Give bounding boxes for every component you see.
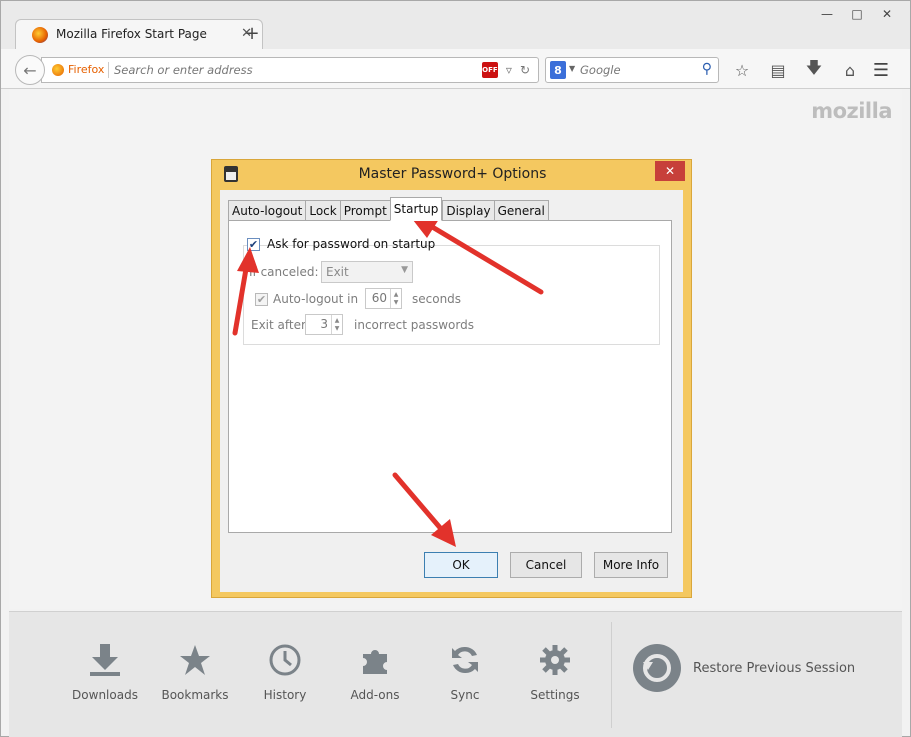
restore-session-button[interactable]: Restore Previous Session xyxy=(633,644,855,692)
clock-icon xyxy=(265,642,305,678)
exit-after-unit: incorrect passwords xyxy=(354,318,474,332)
options-tabs: Auto-logout Lock Prompt Startup Display … xyxy=(228,197,549,221)
tab-display[interactable]: Display xyxy=(442,200,494,221)
ask-on-startup-checkbox[interactable]: ✔ xyxy=(247,238,260,251)
tab-lock[interactable]: Lock xyxy=(305,200,340,221)
maximize-icon[interactable]: □ xyxy=(842,3,872,25)
identity-box[interactable]: Firefox xyxy=(52,63,104,76)
tab-strip: — □ ✕ Mozilla Firefox Start Page ✕ + xyxy=(1,1,910,49)
if-canceled-label: If canceled: xyxy=(249,265,319,279)
downloads-arrow-icon[interactable]: 🡇 xyxy=(799,57,829,83)
mozilla-logo: mozilla xyxy=(811,99,892,123)
browser-tab[interactable]: Mozilla Firefox Start Page ✕ xyxy=(15,19,263,49)
gear-icon xyxy=(535,642,575,678)
search-bar[interactable]: 8 ▼ Google ⚲ xyxy=(545,57,719,83)
identity-label: Firefox xyxy=(68,63,105,76)
close-window-icon[interactable]: ✕ xyxy=(872,3,902,25)
sync-icon xyxy=(445,642,485,678)
launcher-bar: Downloads Bookmarks History Add-ons Sync xyxy=(9,611,902,737)
launcher-label: Add-ons xyxy=(350,688,400,702)
toolbar-icons: ☆ ▤ 🡇 ⌂ xyxy=(727,57,865,83)
hamburger-menu-icon[interactable]: ☰ xyxy=(866,57,896,83)
launcher-addons[interactable]: Add-ons xyxy=(335,642,415,702)
auto-logout-unit: seconds xyxy=(412,292,462,306)
if-canceled-value: Exit xyxy=(326,265,349,279)
launcher-sync[interactable]: Sync xyxy=(425,642,505,702)
cancel-button[interactable]: Cancel xyxy=(510,552,582,578)
minimize-icon[interactable]: — xyxy=(812,3,842,25)
puzzle-icon xyxy=(355,642,395,678)
new-tab-icon[interactable]: + xyxy=(243,23,261,44)
back-arrow-icon[interactable]: ← xyxy=(15,55,45,85)
launcher-label: Bookmarks xyxy=(161,688,229,702)
master-password-options-dialog: Master Password+ Options ✕ Auto-logout L… xyxy=(211,159,692,598)
launcher-bookmarks[interactable]: Bookmarks xyxy=(155,642,235,702)
addon-off-icon[interactable]: OFF xyxy=(481,62,498,78)
spinner-arrows-icon[interactable]: ▲ ▼ xyxy=(331,315,342,334)
address-bar[interactable]: Firefox Search or enter address OFF ▿ ↻ xyxy=(41,57,539,83)
star-icon xyxy=(175,642,215,678)
download-icon xyxy=(85,642,125,678)
launcher-label: Sync xyxy=(450,688,480,702)
dialog-body: Auto-logout Lock Prompt Startup Display … xyxy=(220,190,683,592)
launcher-downloads[interactable]: Downloads xyxy=(65,642,145,702)
launcher-label: Downloads xyxy=(72,688,138,702)
browser-window: — □ ✕ Mozilla Firefox Start Page ✕ + Fir… xyxy=(0,0,911,737)
ask-on-startup-label: Ask for password on startup xyxy=(267,237,436,251)
tab-startup[interactable]: Startup xyxy=(389,197,443,221)
ok-button[interactable]: OK xyxy=(424,552,498,578)
auto-logout-value: 60 xyxy=(371,291,387,305)
restore-session-icon xyxy=(633,644,681,692)
chevron-down-icon: ▼ xyxy=(401,265,408,275)
tab-prompt[interactable]: Prompt xyxy=(339,200,390,221)
dialog-close-icon[interactable]: ✕ xyxy=(655,161,685,181)
tab-auto-logout[interactable]: Auto-logout xyxy=(228,200,306,221)
auto-logout-checkbox[interactable]: ✔ xyxy=(255,293,268,306)
search-input[interactable]: Google xyxy=(580,63,621,77)
tab-general[interactable]: General xyxy=(493,200,549,221)
startup-tab-panel: ✔ Ask for password on startup If cancele… xyxy=(228,220,672,533)
launcher-label: Settings xyxy=(530,688,580,702)
navigation-bar: Firefox Search or enter address OFF ▿ ↻ … xyxy=(1,49,910,89)
launcher-label: History xyxy=(263,688,307,702)
bookmark-star-icon[interactable]: ☆ xyxy=(727,57,757,83)
auto-logout-spinner[interactable]: 60 ▲ ▼ xyxy=(365,288,402,309)
restore-session-label: Restore Previous Session xyxy=(693,660,856,676)
dropdown-triangle-icon[interactable]: ▿ xyxy=(506,63,512,77)
address-divider xyxy=(108,62,109,78)
dialog-title: Master Password+ Options xyxy=(358,166,547,182)
exit-after-value: 3 xyxy=(320,317,328,331)
launcher-history[interactable]: History xyxy=(245,642,325,702)
more-info-button[interactable]: More Info xyxy=(594,552,668,578)
google-engine-icon[interactable]: 8 xyxy=(550,61,566,79)
address-input[interactable]: Search or enter address xyxy=(114,63,253,77)
launcher-divider xyxy=(611,622,612,728)
window-controls: — □ ✕ xyxy=(812,3,902,25)
exit-after-label: Exit after xyxy=(251,318,306,332)
address-actions: OFF ▿ ↻ xyxy=(481,62,530,78)
reload-icon[interactable]: ↻ xyxy=(520,63,530,77)
exit-after-spinner[interactable]: 3 ▲ ▼ xyxy=(305,314,343,335)
auto-logout-label: Auto-logout in xyxy=(273,292,359,306)
firefox-identity-icon xyxy=(52,63,64,76)
if-canceled-select[interactable]: Exit ▼ xyxy=(321,261,413,283)
spinner-arrows-icon[interactable]: ▲ ▼ xyxy=(390,289,401,308)
tab-title: Mozilla Firefox Start Page xyxy=(56,27,207,41)
bookmarks-menu-icon[interactable]: ▤ xyxy=(763,57,793,83)
home-icon[interactable]: ⌂ xyxy=(835,57,865,83)
launcher-settings[interactable]: Settings xyxy=(515,642,595,702)
firefox-favicon-icon xyxy=(32,27,48,43)
engine-dropdown-icon[interactable]: ▼ xyxy=(569,64,575,73)
search-magnifier-icon[interactable]: ⚲ xyxy=(702,61,712,77)
